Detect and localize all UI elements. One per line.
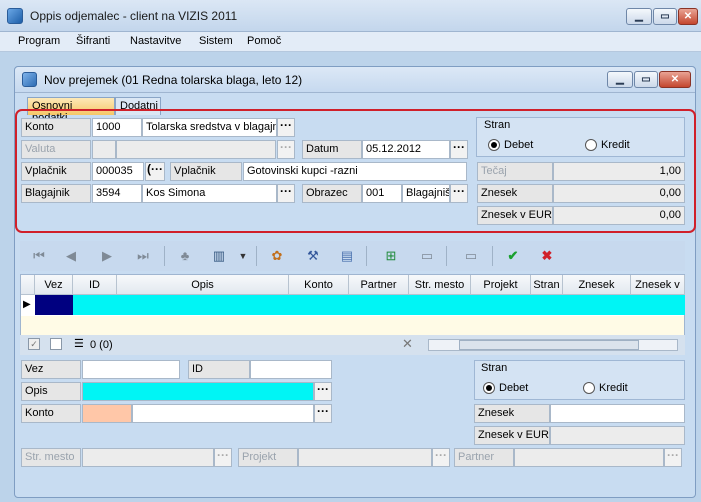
prev-record-icon[interactable]: ◀ bbox=[62, 247, 80, 265]
col-header-partner[interactable]: Partner bbox=[349, 275, 409, 295]
detail-konto-label: Konto bbox=[21, 404, 81, 423]
doc-maximize-button[interactable]: ▭ bbox=[634, 71, 658, 88]
document-titlebar: Nov prejemek (01 Redna tolarska blaga, l… bbox=[15, 67, 695, 93]
grid-cell-vez[interactable] bbox=[35, 295, 73, 315]
menu-program[interactable]: Program bbox=[18, 35, 60, 47]
row-indicator-icon: ▶ bbox=[23, 299, 31, 310]
detail-opis-lookup-button[interactable]: ··· bbox=[314, 382, 332, 401]
col-header-opis[interactable]: Opis bbox=[117, 275, 289, 295]
minimize-button[interactable]: ▁ bbox=[626, 8, 652, 25]
row-count: 0 (0) bbox=[90, 339, 113, 351]
toolbar-separator bbox=[256, 246, 257, 266]
detail-strana-panel: Stran Debet Kredit bbox=[474, 360, 685, 400]
last-record-icon[interactable]: ⏭ bbox=[134, 247, 152, 265]
next-record-icon[interactable]: ▶ bbox=[98, 247, 116, 265]
detail-vez-input[interactable] bbox=[82, 360, 180, 379]
detail-strmesto-input[interactable] bbox=[82, 448, 214, 467]
detail-strmesto-lookup-button[interactable]: ··· bbox=[214, 448, 232, 467]
detail-vez-label: Vez bbox=[21, 360, 81, 379]
detail-projekt-label: Projekt bbox=[238, 448, 298, 467]
detail-konto-lookup-button[interactable]: ··· bbox=[314, 404, 332, 423]
app-icon bbox=[7, 8, 23, 24]
document-title: Nov prejemek (01 Redna tolarska blaga, l… bbox=[44, 73, 303, 87]
app-titlebar: Oppis odjemalec - client na VIZIS 2011 ▁… bbox=[0, 0, 701, 32]
tools-icon[interactable]: ⚒ bbox=[304, 247, 322, 265]
menu-pomoc[interactable]: Pomoč bbox=[247, 35, 281, 47]
col-header-stran[interactable]: Stran bbox=[531, 275, 563, 295]
edit-row-icon[interactable]: ▭ bbox=[462, 247, 480, 265]
col-header-znesek-v[interactable]: Znesek v bbox=[631, 275, 685, 295]
col-header-konto[interactable]: Konto bbox=[289, 275, 349, 295]
menu-sistem[interactable]: Sistem bbox=[199, 35, 233, 47]
maximize-button[interactable]: ▭ bbox=[653, 8, 677, 25]
document-icon-button[interactable]: ▤ bbox=[338, 247, 356, 265]
horizontal-scrollbar[interactable] bbox=[428, 339, 678, 351]
doc-close-button[interactable]: ✕ bbox=[659, 71, 691, 88]
detail-opis-label: Opis bbox=[21, 382, 81, 401]
table-row[interactable] bbox=[73, 295, 685, 315]
menu-sifranti[interactable]: Šifranti bbox=[76, 35, 110, 47]
confirm-check-icon[interactable]: ✔ bbox=[504, 247, 522, 265]
columns-icon[interactable]: ▥ bbox=[210, 247, 228, 265]
menubar: Program Šifranti Nastavitve Sistem Pomoč bbox=[0, 32, 701, 52]
close-button[interactable]: ✕ bbox=[678, 8, 698, 25]
detail-znesek-input[interactable] bbox=[550, 404, 685, 423]
col-header-str-mesto[interactable]: Str. mesto bbox=[409, 275, 471, 295]
detail-opis-input[interactable] bbox=[82, 382, 314, 401]
detail-konto-description bbox=[132, 404, 314, 423]
palette-icon[interactable]: ✿ bbox=[268, 247, 286, 265]
toolbar-separator bbox=[366, 246, 367, 266]
highlight-frame bbox=[15, 109, 696, 233]
clear-filter-icon[interactable]: ✕ bbox=[402, 336, 413, 352]
window-title: Oppis odjemalec - client na VIZIS 2011 bbox=[30, 9, 238, 23]
lines-grid[interactable]: Vez ID Opis Konto Partner Str. mesto Pro… bbox=[20, 274, 685, 338]
detail-konto-input[interactable] bbox=[82, 404, 132, 423]
grid-corner bbox=[21, 275, 35, 295]
detail-id-input[interactable] bbox=[250, 360, 332, 379]
detail-znesek-eur-value bbox=[550, 426, 685, 445]
col-header-id[interactable]: ID bbox=[73, 275, 117, 295]
check-all-checkbox[interactable]: ✓ bbox=[28, 338, 40, 350]
list-icon: ☰ bbox=[74, 338, 84, 350]
detail-partner-label: Partner bbox=[454, 448, 514, 467]
grid-toolbar: ⏮ ◀ ▶ ⏭ ♣ ▥ ▼ ✿ ⚒ ▤ ⊞ ▭ ▭ ✔ ✖ bbox=[20, 241, 685, 271]
toolbar-separator bbox=[446, 246, 447, 266]
detail-partner-lookup-button[interactable]: ··· bbox=[664, 448, 682, 467]
detail-id-label: ID bbox=[188, 360, 250, 379]
col-header-projekt[interactable]: Projekt bbox=[471, 275, 531, 295]
detail-projekt-lookup-button[interactable]: ··· bbox=[432, 448, 450, 467]
detail-debet-radio[interactable] bbox=[483, 382, 495, 394]
detail-strmesto-label: Str. mesto bbox=[21, 448, 81, 467]
col-header-znesek[interactable]: Znesek bbox=[563, 275, 631, 295]
add-row-icon[interactable]: ⊞ bbox=[382, 247, 400, 265]
detail-strana-label: Stran bbox=[481, 362, 508, 374]
delete-row-icon[interactable]: ▭ bbox=[418, 247, 436, 265]
grid-footer: ✓ ☰ 0 (0) ✕ bbox=[20, 335, 685, 355]
detail-kredit-radio[interactable] bbox=[583, 382, 595, 394]
detail-znesek-eur-label: Znesek v EUR bbox=[474, 426, 550, 445]
menu-nastavitve[interactable]: Nastavitve bbox=[130, 35, 181, 47]
toolbar-separator bbox=[164, 246, 165, 266]
grid-new-row[interactable] bbox=[21, 316, 684, 337]
toolbar-separator bbox=[492, 246, 493, 266]
detail-projekt-input[interactable] bbox=[298, 448, 432, 467]
uncheck-checkbox[interactable] bbox=[50, 338, 62, 350]
scrollbar-thumb[interactable] bbox=[459, 340, 639, 350]
cancel-x-icon[interactable]: ✖ bbox=[538, 247, 556, 265]
dropdown-arrow-icon[interactable]: ▼ bbox=[234, 247, 252, 265]
col-header-vez[interactable]: Vez bbox=[35, 275, 73, 295]
first-record-icon[interactable]: ⏮ bbox=[30, 247, 48, 265]
detail-znesek-label: Znesek bbox=[474, 404, 550, 423]
detail-partner-input[interactable] bbox=[514, 448, 664, 467]
document-icon bbox=[22, 72, 37, 87]
detail-debet-label: Debet bbox=[499, 382, 529, 394]
people-icon[interactable]: ♣ bbox=[176, 247, 194, 265]
doc-minimize-button[interactable]: ▁ bbox=[607, 71, 633, 88]
detail-kredit-label: Kredit bbox=[599, 382, 628, 394]
